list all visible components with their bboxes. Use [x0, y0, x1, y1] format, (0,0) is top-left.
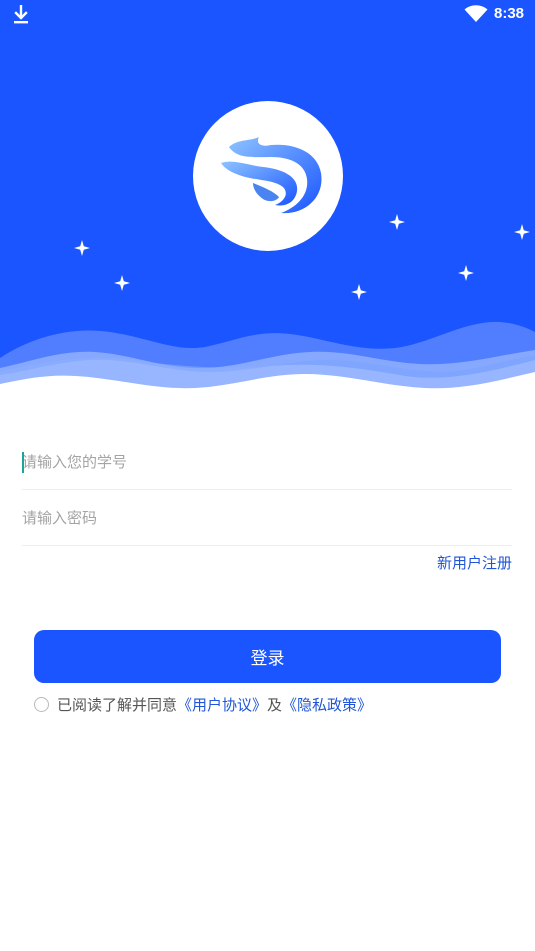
agreement-checkbox[interactable]: [34, 696, 49, 712]
register-link[interactable]: 新用户注册: [437, 553, 512, 573]
user-agreement-link[interactable]: 《用户协议》: [177, 694, 267, 715]
login-button[interactable]: 登录: [34, 630, 501, 683]
brand-logo: [193, 101, 343, 251]
password-field: [22, 491, 512, 546]
sparkle-icon: [389, 214, 405, 230]
status-time: 8:38: [494, 5, 525, 22]
sparkle-icon: [351, 284, 367, 300]
sparkle-icon: [74, 240, 90, 256]
status-bar: 8:38: [0, 0, 535, 30]
brand-logo-mark: [221, 137, 322, 214]
privacy-policy-link[interactable]: 《隐私政策》: [282, 694, 372, 715]
agreement-conjunction: 及: [267, 695, 283, 714]
student-id-field: [22, 435, 512, 490]
agreement-row: 已阅读了解并同意 《用户协议》 及 《隐私政策》: [34, 693, 372, 715]
password-input[interactable]: [22, 491, 512, 545]
agreement-text: 已阅读了解并同意: [57, 695, 178, 714]
sparkle-icon: [458, 265, 474, 281]
download-icon: [14, 5, 28, 24]
sparkle-icon: [514, 224, 530, 240]
wifi-icon: [464, 5, 488, 22]
hero-banner: [0, 0, 535, 400]
student-id-input[interactable]: [22, 435, 512, 489]
sparkle-icon: [114, 275, 130, 291]
text-caret: [22, 452, 24, 473]
